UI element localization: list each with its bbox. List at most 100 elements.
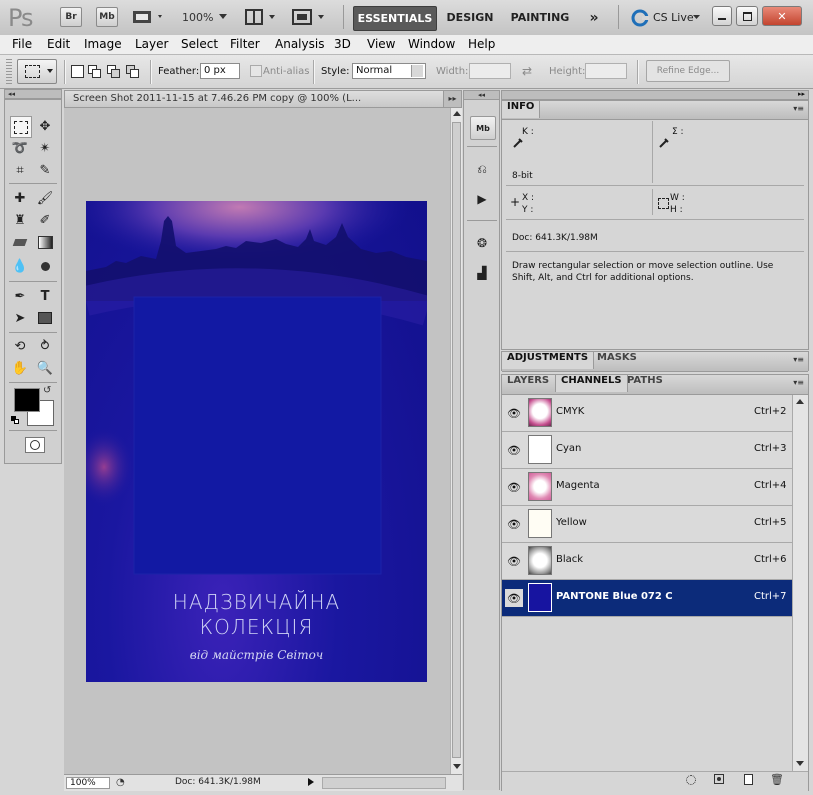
mini-bridge-panel-button[interactable]: Mb: [470, 116, 496, 140]
history-panel-button[interactable]: ⎌: [470, 158, 494, 180]
lasso-tool[interactable]: ➰: [10, 138, 30, 158]
workspace-painting[interactable]: PAINTING: [507, 6, 573, 29]
tools-header[interactable]: ◂◂: [4, 89, 62, 99]
style-select[interactable]: Normal: [352, 63, 426, 79]
hand-tool[interactable]: ✋: [10, 358, 30, 378]
histogram-panel-button[interactable]: ▟: [470, 262, 494, 284]
eyedropper-tool[interactable]: ✎: [35, 160, 55, 180]
default-colors-icon[interactable]: [11, 416, 19, 424]
refine-edge-button[interactable]: Refine Edge...: [646, 60, 730, 82]
channels-scrollbar[interactable]: [792, 395, 808, 771]
menu-window[interactable]: Window: [408, 37, 455, 51]
workspace-design[interactable]: DESIGN: [442, 6, 498, 29]
status-menu-icon[interactable]: ◔: [116, 777, 125, 788]
options-grip[interactable]: [6, 59, 12, 84]
tab-paths[interactable]: PATHS: [622, 375, 668, 392]
crop-tool[interactable]: ⌗: [10, 160, 30, 180]
expand-panels-icon[interactable]: ▸▸: [443, 90, 462, 108]
channel-row-cmyk[interactable]: 👁 CMYK Ctrl+2: [502, 395, 792, 432]
type-tool[interactable]: T: [35, 286, 55, 306]
3d-orbit-tool[interactable]: ⥁: [35, 336, 55, 356]
eraser-tool[interactable]: [10, 232, 30, 252]
foreground-color-front[interactable]: [14, 388, 40, 412]
menu-help[interactable]: Help: [468, 37, 495, 51]
height-input[interactable]: [585, 63, 627, 79]
mini-bridge-button[interactable]: Mb: [96, 7, 118, 27]
workspace-essentials[interactable]: ESSENTIALS: [353, 6, 437, 31]
menu-select[interactable]: Select: [181, 37, 218, 51]
menu-3d[interactable]: 3D: [334, 37, 351, 51]
pen-tool[interactable]: ✒: [10, 286, 30, 306]
healing-brush-tool[interactable]: ✚: [10, 188, 30, 208]
panel-menu-icon[interactable]: ▾≡: [793, 355, 804, 364]
subtract-selection-icon[interactable]: [107, 65, 120, 78]
zoom-level-menu[interactable]: 100%: [182, 11, 213, 24]
scroll-up-icon[interactable]: [796, 399, 804, 404]
swap-colors-icon[interactable]: ↺: [43, 385, 51, 396]
menu-file[interactable]: File: [12, 37, 32, 51]
tab-channels[interactable]: CHANNELS: [555, 375, 628, 392]
path-selection-tool[interactable]: ➤: [10, 308, 30, 328]
save-selection-icon[interactable]: [714, 774, 724, 784]
panel-menu-icon[interactable]: ▾≡: [793, 104, 804, 113]
scroll-down-icon[interactable]: [796, 761, 804, 766]
screen-mode-button[interactable]: [292, 8, 328, 26]
menu-filter[interactable]: Filter: [230, 37, 260, 51]
visibility-eye-icon[interactable]: 👁: [505, 515, 523, 533]
status-arrow-icon[interactable]: [308, 778, 314, 786]
swap-icon[interactable]: ⇄: [522, 64, 532, 78]
anti-alias-checkbox[interactable]: [250, 65, 262, 77]
rectangle-tool[interactable]: [35, 308, 55, 328]
panel-menu-icon[interactable]: ▾≡: [793, 378, 804, 387]
channel-row-black[interactable]: 👁 Black Ctrl+6: [502, 543, 792, 580]
navigator-panel-button[interactable]: ❂: [470, 232, 494, 254]
tab-masks[interactable]: MASKS: [592, 352, 642, 369]
actions-panel-button[interactable]: ▶: [470, 188, 494, 210]
menu-edit[interactable]: Edit: [47, 37, 70, 51]
channel-row-yellow[interactable]: 👁 Yellow Ctrl+5: [502, 506, 792, 543]
cs-live-menu[interactable]: CS Live: [653, 11, 694, 24]
intersect-selection-icon[interactable]: [126, 65, 139, 78]
new-selection-icon[interactable]: [71, 65, 84, 78]
brush-tool[interactable]: 🖌: [35, 188, 55, 208]
load-selection-icon[interactable]: [686, 775, 696, 785]
channel-row-magenta[interactable]: 👁 Magenta Ctrl+4: [502, 469, 792, 506]
3d-rotate-tool[interactable]: ⟲: [10, 336, 30, 356]
new-channel-icon[interactable]: [744, 774, 753, 785]
bridge-button[interactable]: Br: [60, 7, 82, 27]
clone-stamp-tool[interactable]: ♜: [10, 210, 30, 230]
blur-tool[interactable]: 💧: [10, 256, 30, 276]
icon-strip-header[interactable]: ◂◂: [463, 90, 500, 100]
quick-mask-button[interactable]: [25, 437, 45, 453]
menu-image[interactable]: Image: [84, 37, 122, 51]
visibility-eye-icon[interactable]: 👁: [505, 478, 523, 496]
tab-info[interactable]: INFO: [502, 101, 541, 118]
document-tab[interactable]: Screen Shot 2011-11-15 at 7.46.26 PM cop…: [64, 90, 462, 108]
rectangular-marquee-tool[interactable]: [10, 116, 32, 138]
visibility-eye-icon[interactable]: 👁: [505, 404, 523, 422]
dodge-tool[interactable]: [35, 256, 55, 276]
menu-view[interactable]: View: [367, 37, 395, 51]
visibility-eye-icon[interactable]: 👁: [505, 552, 523, 570]
trash-icon[interactable]: 🗑: [770, 773, 784, 786]
horizontal-scrollbar[interactable]: [322, 777, 446, 789]
menu-layer[interactable]: Layer: [135, 37, 168, 51]
add-selection-icon[interactable]: [88, 65, 101, 78]
scroll-thumb[interactable]: [452, 122, 461, 758]
quick-selection-tool[interactable]: ✴: [35, 138, 55, 158]
channel-row-cyan[interactable]: 👁 Cyan Ctrl+3: [502, 432, 792, 469]
history-brush-tool[interactable]: ✐: [35, 210, 55, 230]
gradient-tool[interactable]: [35, 232, 55, 252]
channel-row-pantone[interactable]: 👁 PANTONE Blue 072 C Ctrl+7: [502, 580, 792, 617]
view-extras-button[interactable]: [132, 9, 166, 25]
menu-analysis[interactable]: Analysis: [275, 37, 324, 51]
tool-preset-picker[interactable]: [17, 59, 57, 84]
move-tool[interactable]: ✥: [35, 116, 55, 136]
zoom-field[interactable]: 100%: [66, 777, 110, 789]
feather-input[interactable]: 0 px: [200, 63, 240, 79]
minimize-button[interactable]: [712, 6, 732, 26]
scroll-down-icon[interactable]: [453, 764, 461, 769]
visibility-eye-icon[interactable]: 👁: [505, 589, 523, 607]
restore-button[interactable]: [736, 6, 758, 26]
close-button[interactable]: ✕: [762, 6, 802, 26]
